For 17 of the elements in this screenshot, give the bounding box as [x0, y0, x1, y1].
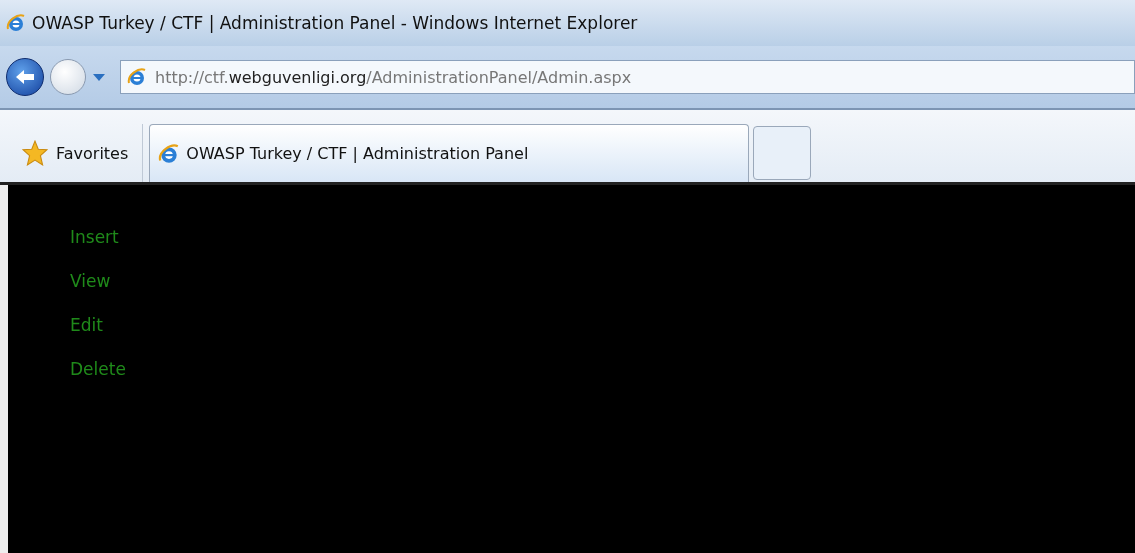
star-icon	[22, 140, 48, 166]
browser-logo-icon	[127, 67, 147, 87]
window-title: OWASP Turkey / CTF | Administration Panel - Windows Internet Explorer	[32, 13, 638, 33]
forward-button[interactable]	[50, 59, 86, 95]
back-button[interactable]	[6, 58, 44, 96]
browser-logo-icon	[6, 13, 26, 33]
favorites-button[interactable]: Favorites	[0, 124, 144, 182]
menu-link[interactable]: Insert	[70, 227, 119, 247]
address-field[interactable]: http://ctf.webguvenligi.org/AdministrationPanel/Admin.aspx	[120, 60, 1135, 94]
browser-logo-icon	[158, 142, 181, 165]
arrow-left-icon	[14, 68, 36, 86]
menu-link[interactable]: Delete	[70, 359, 126, 379]
menu-link[interactable]: Edit	[70, 315, 103, 335]
dropdown-caret-icon[interactable]	[92, 72, 106, 82]
new-tab-button[interactable]	[753, 126, 812, 180]
menu-link[interactable]: View	[70, 271, 111, 291]
browser-tab[interactable]: OWASP Turkey / CTF | Administration Panel	[149, 124, 750, 182]
